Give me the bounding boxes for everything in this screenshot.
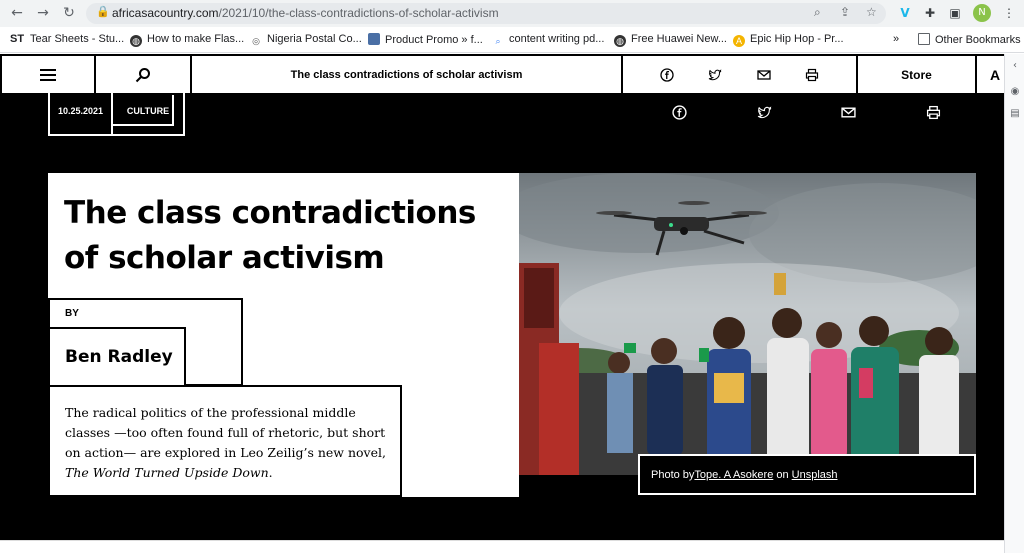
caption-prefix: Photo by	[651, 468, 695, 481]
bookmark-item[interactable]: A Epic Hip Hop - Pr...	[733, 33, 844, 47]
store-link[interactable]: Store	[858, 56, 977, 93]
by-label: BY	[65, 308, 79, 319]
bookmark-item[interactable]: ◍ How to make Flas...	[130, 33, 244, 47]
folder-icon	[918, 33, 930, 45]
bookmarks-bar: ST Tear Sheets - Stu... ◍ How to make Fla…	[0, 27, 1024, 53]
email-icon[interactable]	[756, 68, 771, 82]
header-article-title: The class contradictions of scholar acti…	[192, 56, 623, 93]
article-dek: The radical politics of the professional…	[65, 403, 395, 483]
store-label: Store	[901, 67, 932, 82]
search-icon	[135, 67, 150, 82]
reload-icon[interactable]: ↻	[60, 4, 78, 22]
unsplash-link[interactable]: Unsplash	[792, 469, 838, 481]
twitter-icon[interactable]	[708, 68, 722, 82]
bookmark-item[interactable]: ◍ Free Huawei New...	[614, 33, 727, 47]
title-line-1: The class contradictions	[64, 195, 476, 231]
epic-icon: A	[733, 35, 745, 47]
browser-side-rail: ‹ ◉ ▤	[1004, 54, 1024, 553]
hero-email-icon[interactable]	[841, 105, 856, 120]
side-panel-icon[interactable]: ▣	[946, 4, 964, 22]
font-toggle-label: A	[990, 66, 1001, 83]
other-bookmarks-folder[interactable]: Other Bookmarks	[918, 33, 1021, 46]
bookmark-item[interactable]: Product Promo » f...	[368, 33, 483, 46]
dek-text: The radical politics of the professional…	[65, 405, 386, 460]
bookmarks-overflow-button[interactable]: »	[893, 33, 899, 45]
search-icon: ⌕	[495, 36, 501, 46]
hero-twitter-icon[interactable]	[757, 105, 772, 120]
category-tag-frame	[111, 95, 174, 126]
note-icon[interactable]: ▤	[1009, 108, 1021, 120]
bookmark-star-icon[interactable]: ☆	[866, 5, 877, 19]
address-bar[interactable]: 🔒 africasacountry.com/2021/10/the-class-…	[86, 3, 886, 24]
font-size-toggle[interactable]: A	[977, 56, 1004, 93]
url-text[interactable]: africasacountry.com/2021/10/the-class-co…	[112, 6, 499, 20]
title-panel-fill-lower	[402, 385, 519, 497]
bookmark-item[interactable]: Tear Sheets - Stu...	[30, 33, 124, 45]
page-bottom-strip	[0, 540, 1004, 553]
share-icon[interactable]: ⇪	[840, 5, 850, 19]
browser-toolbar: ← → ↻ 🔒 africasacountry.com/2021/10/the-…	[0, 0, 1024, 27]
caption-mid: on	[773, 468, 792, 481]
hamburger-icon	[40, 68, 56, 81]
hero-photo	[519, 173, 976, 475]
photo-caption: Photo by Tope. A Asokere on Unsplash	[638, 454, 976, 495]
title-line-2: of scholar activism	[64, 240, 385, 276]
author-box[interactable]: Ben Radley	[48, 327, 186, 387]
dek-end: .	[268, 465, 273, 480]
st-logo-icon[interactable]: ST	[10, 33, 24, 45]
protest-drone-photo	[519, 173, 976, 475]
hero-print-icon[interactable]	[926, 105, 941, 120]
header-title-text: The class contradictions of scholar acti…	[290, 68, 523, 81]
hero-facebook-icon[interactable]	[672, 105, 687, 120]
menu-kebab-icon[interactable]: ⋮	[1000, 4, 1018, 22]
title-panel: The class contradictions of scholar acti…	[48, 173, 519, 299]
share-bar	[623, 56, 858, 93]
extensions-puzzle-icon[interactable]: ✚	[921, 4, 939, 22]
title-panel-fill	[243, 298, 519, 386]
back-arrow-icon[interactable]: ←	[8, 4, 26, 22]
photographer-link[interactable]: Tope. A Asokere	[694, 469, 773, 481]
author-name[interactable]: Ben Radley	[65, 347, 173, 367]
globe-icon: ◍	[130, 35, 142, 47]
date-text: 10.25.2021	[57, 106, 104, 116]
forward-arrow-icon[interactable]: →	[34, 4, 52, 22]
chevron-left-icon[interactable]: ‹	[1009, 60, 1021, 72]
article-title: The class contradictions of scholar acti…	[64, 191, 504, 281]
dek-book-title: The World Turned Upside Down	[65, 465, 269, 480]
dek-box: The radical politics of the professional…	[48, 385, 402, 497]
globe-icon: ◍	[614, 35, 626, 47]
vimeo-extension-icon[interactable]: V	[896, 4, 914, 22]
bookmark-item[interactable]: ◎ Nigeria Postal Co...	[250, 33, 362, 47]
lock-icon: 🔒	[96, 5, 110, 18]
bookmark-item[interactable]: ⌕ content writing pd...	[492, 33, 604, 47]
print-icon[interactable]	[805, 68, 819, 82]
eye-icon[interactable]: ◉	[1009, 86, 1021, 98]
article-date: 10.25.2021	[48, 82, 113, 136]
facebook-icon[interactable]	[660, 67, 674, 82]
promo-icon	[368, 33, 380, 45]
zoom-icon[interactable]: ⌕	[814, 5, 821, 20]
nipost-icon: ◎	[252, 36, 260, 46]
profile-avatar[interactable]: N	[973, 4, 991, 22]
